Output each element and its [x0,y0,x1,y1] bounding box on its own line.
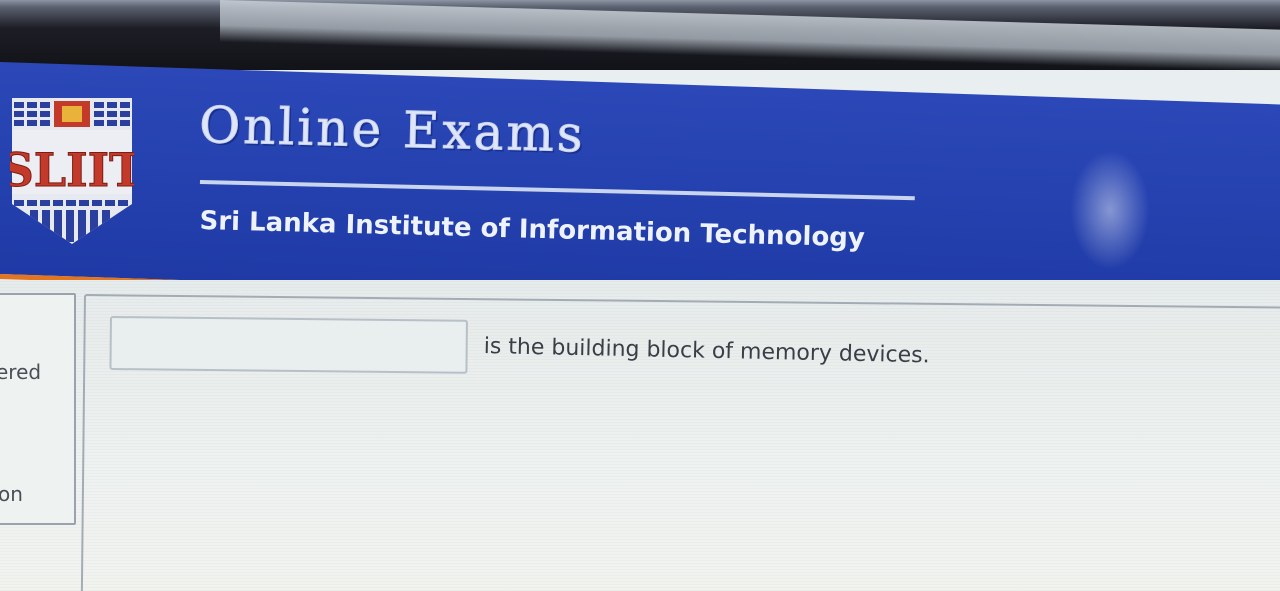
question-status-text: ered [0,360,42,384]
answer-blank-input[interactable] [109,316,468,374]
logo-wordmark: SLIIT [10,143,134,197]
page-title: Online Exams [198,96,587,164]
sliit-logo: SLIIT [10,98,134,244]
question-nav-text[interactable]: on [0,482,23,506]
screen: SLIIT Online Exams Sri Lanka Institute o… [0,0,1280,591]
screen-glare [1070,150,1150,270]
